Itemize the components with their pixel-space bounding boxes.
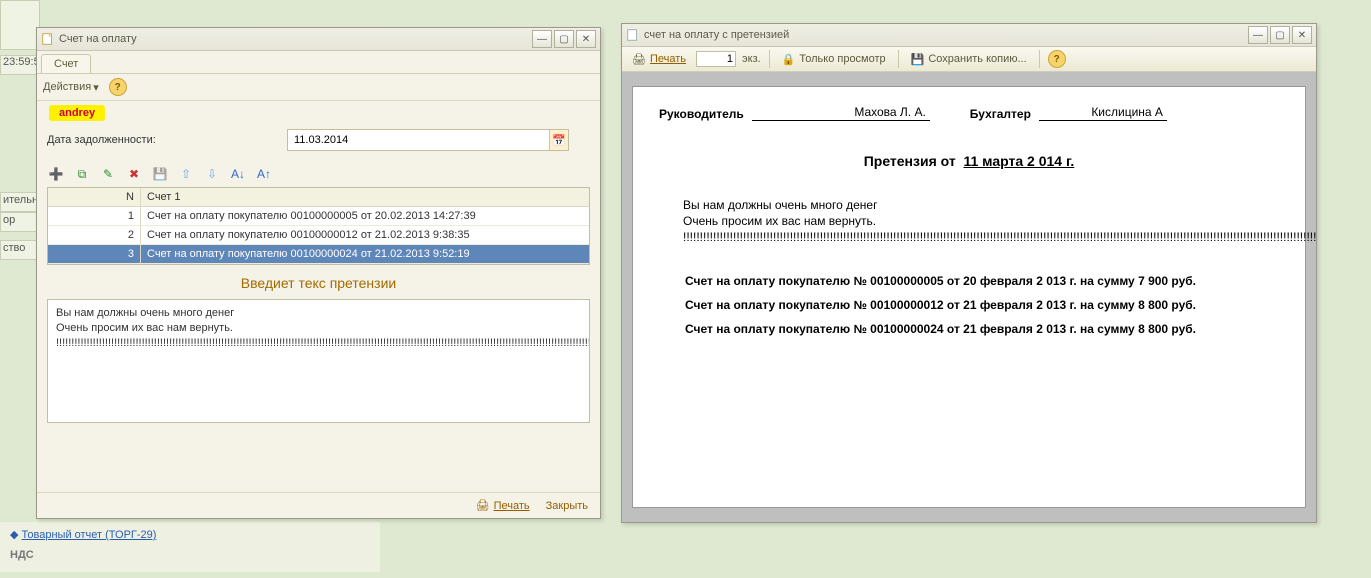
- torg-report-link[interactable]: Товарный отчет (ТОРГ-29): [22, 529, 157, 541]
- close-button[interactable]: ✕: [1292, 26, 1312, 44]
- invoice-line: Счет на оплату покупателю № 00100000012 …: [685, 298, 1279, 312]
- actions-menu[interactable]: Действия ▾: [43, 81, 99, 94]
- print-preview-window: счет на оплату с претензией — ▢ ✕ 🖨 Печа…: [621, 23, 1317, 523]
- printer-icon: 🖨: [476, 499, 490, 512]
- table-row[interactable]: 3 Счет на оплату покупателю 00100000024 …: [48, 245, 589, 264]
- lock-icon: 🔒: [782, 53, 796, 66]
- copies-suffix: экз.: [742, 53, 761, 65]
- document-page: Руководитель Махова Л. А. Бухгалтер Кисл…: [632, 86, 1306, 508]
- debt-date-input[interactable]: 📅: [287, 129, 569, 151]
- invoice-line: Счет на оплату покупателю № 00100000024 …: [685, 322, 1279, 336]
- move-up-icon[interactable]: ⇧: [177, 165, 195, 183]
- floppy-icon: 💾: [911, 53, 925, 66]
- sort-desc-icon[interactable]: A↑: [255, 165, 273, 183]
- role-head-label: Руководитель: [659, 107, 744, 121]
- doc-icon: [41, 32, 55, 46]
- claim-textarea[interactable]: Вы нам должны очень много денегОчень про…: [47, 299, 590, 423]
- claim-title: Претензия от 11 марта 2 014 г.: [659, 153, 1279, 169]
- tab-invoice[interactable]: Счет: [41, 54, 91, 73]
- save-icon[interactable]: 💾: [151, 165, 169, 183]
- chevron-down-icon: ▾: [93, 81, 99, 94]
- table-row[interactable]: 1 Счет на оплату покупателю 00100000005 …: [48, 207, 589, 226]
- sort-asc-icon[interactable]: A↓: [229, 165, 247, 183]
- window-title: счет на оплату с претензией: [644, 29, 789, 41]
- print-button[interactable]: 🖨 Печать: [476, 499, 530, 512]
- maximize-button[interactable]: ▢: [1270, 26, 1290, 44]
- table-row[interactable]: 2 Счет на оплату покупателю 00100000012 …: [48, 226, 589, 245]
- invoice-line: Счет на оплату покупателю № 00100000005 …: [685, 274, 1279, 288]
- claim-section-title: Введиет текс претензии: [37, 265, 600, 299]
- doc-icon: [626, 28, 640, 42]
- copies-input[interactable]: [696, 51, 736, 67]
- maximize-button[interactable]: ▢: [554, 30, 574, 48]
- preview-toolbar: 🖨 Печать экз. 🔒 Только просмотр 💾 Сохран…: [622, 47, 1316, 72]
- debt-date-label: Дата задолженности:: [47, 134, 287, 146]
- minimize-button[interactable]: —: [1248, 26, 1268, 44]
- debt-date-field[interactable]: [288, 131, 549, 149]
- edit-icon[interactable]: ✎: [99, 165, 117, 183]
- user-tag: andrey: [49, 105, 105, 121]
- close-button[interactable]: ✕: [576, 30, 596, 48]
- move-down-icon[interactable]: ⇩: [203, 165, 221, 183]
- claim-body-text: Вы нам должны очень много денегОчень про…: [683, 197, 1279, 246]
- document-canvas[interactable]: Руководитель Махова Л. А. Бухгалтер Кисл…: [622, 72, 1316, 522]
- copy-icon[interactable]: ⧉: [73, 165, 91, 183]
- help-icon[interactable]: ?: [109, 78, 127, 96]
- bg-bottom-panel: ◆ Товарный отчет (ТОРГ-29) НДС: [0, 522, 380, 572]
- acc-name: Кислицина А: [1039, 105, 1167, 121]
- col-header-invoice[interactable]: Счет 1: [141, 188, 589, 206]
- calendar-icon[interactable]: 📅: [549, 130, 568, 150]
- add-icon[interactable]: ➕: [47, 165, 65, 183]
- role-acc-label: Бухгалтер: [970, 107, 1031, 121]
- close-button-footer[interactable]: Закрыть: [546, 500, 588, 512]
- save-copy-button[interactable]: 💾 Сохранить копию...: [907, 51, 1031, 68]
- view-only-button[interactable]: 🔒 Только просмотр: [778, 51, 890, 68]
- printer-icon: 🖨: [632, 53, 646, 66]
- invoice-grid: N Счет 1 1 Счет на оплату покупателю 001…: [47, 187, 590, 265]
- bg-toolbar-frag: [0, 0, 40, 50]
- invoice-form-window: Счет на оплату — ▢ ✕ Счет Действия ▾ ? a…: [36, 27, 601, 519]
- print-button[interactable]: 🖨 Печать: [628, 51, 690, 68]
- nds-label: НДС: [0, 547, 380, 563]
- col-header-n[interactable]: N: [48, 188, 141, 206]
- titlebar-left[interactable]: Счет на оплату — ▢ ✕: [37, 28, 600, 51]
- head-name: Махова Л. А.: [752, 105, 930, 121]
- help-icon[interactable]: ?: [1048, 50, 1066, 68]
- minimize-button[interactable]: —: [532, 30, 552, 48]
- window-title: Счет на оплату: [59, 33, 137, 45]
- titlebar-right[interactable]: счет на оплату с претензией — ▢ ✕: [622, 24, 1316, 47]
- delete-icon[interactable]: ✖: [125, 165, 143, 183]
- grid-toolbar: ➕ ⧉ ✎ ✖ 💾 ⇧ ⇩ A↓ A↑: [37, 161, 600, 187]
